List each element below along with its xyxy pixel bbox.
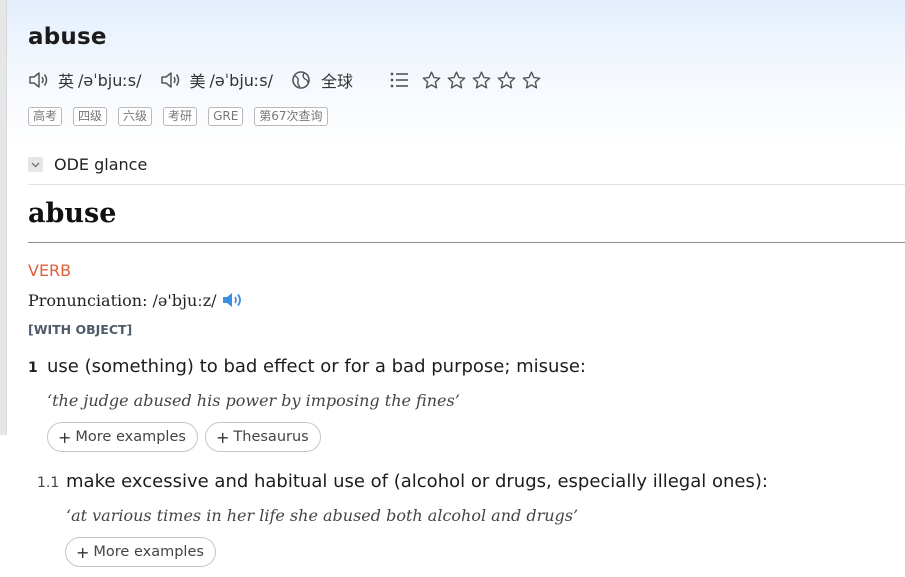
us-label: 美 <box>189 72 206 91</box>
exam-tag: GRE <box>208 107 244 126</box>
scrollbar[interactable] <box>0 0 7 435</box>
region-toggle[interactable]: 全球 <box>291 68 353 92</box>
list-icon[interactable] <box>389 70 409 90</box>
headword: abuse <box>28 24 107 50</box>
plus-icon: + <box>76 542 90 562</box>
pronunciation-text: Pronunciation: /ə'bjuːz/ <box>28 290 217 310</box>
plus-icon: + <box>58 427 72 447</box>
sense-number: 1 <box>28 360 38 376</box>
speaker-icon[interactable] <box>28 70 50 90</box>
thesaurus-label: Thesaurus <box>233 429 309 445</box>
example-sentence: ‘the judge abused his power by imposing … <box>47 391 460 410</box>
uk-ipa: /əˈbjuːs/ <box>78 70 142 90</box>
us-ipa: /əˈbjuːs/ <box>209 70 274 90</box>
speaker-icon[interactable] <box>160 70 182 90</box>
star-icon[interactable] <box>471 70 492 91</box>
sense-number: 1.1 <box>37 475 60 491</box>
more-examples-button[interactable]: + More examples <box>65 537 216 567</box>
star-icon[interactable] <box>421 70 442 91</box>
more-examples-label: More examples <box>93 544 204 560</box>
ode-pronunciation: Pronunciation: /ə'bjuːz/ <box>28 290 245 310</box>
exam-tag: 四级 <box>73 107 108 126</box>
exam-tag: 高考 <box>28 107 63 126</box>
sense-definition: use (something) to bad effect or for a b… <box>47 356 586 377</box>
exam-tag: 考研 <box>163 107 198 126</box>
pronunciation-row: 英 /əˈbjuːs/ 美 /əˈbjuːs/ 全球 <box>28 66 546 94</box>
audio-play-icon[interactable] <box>221 290 245 310</box>
sense-1-1: 1.1 make excessive and habitual use of (… <box>37 471 768 492</box>
sense-definition: make excessive and habitual use of (alco… <box>66 471 768 492</box>
more-examples-label: More examples <box>75 429 186 445</box>
more-examples-button[interactable]: + More examples <box>47 422 198 452</box>
divider <box>28 242 905 243</box>
star-icon[interactable] <box>496 70 517 91</box>
uk-label: 英 <box>58 72 75 91</box>
grammar-label: [WITH OBJECT] <box>28 322 133 337</box>
exam-tag: 六级 <box>118 107 153 126</box>
ode-headword: abuse <box>28 198 117 229</box>
chevron-down-icon[interactable] <box>28 157 43 172</box>
uk-pronunciation[interactable]: 英 /əˈbjuːs/ <box>28 68 142 92</box>
exam-tags: 高考 四级 六级 考研 GRE 第67次查询 <box>28 107 339 126</box>
star-icon[interactable] <box>521 70 542 91</box>
ode-glance-label: ODE glance <box>54 155 148 174</box>
exam-tag: 第67次查询 <box>254 107 328 126</box>
plus-icon: + <box>216 427 230 447</box>
star-icon[interactable] <box>446 70 467 91</box>
divider <box>28 184 905 185</box>
star-rating[interactable] <box>421 70 546 91</box>
us-pronunciation[interactable]: 美 /əˈbjuːs/ <box>160 68 274 92</box>
thesaurus-button[interactable]: + Thesaurus <box>205 422 321 452</box>
sense-1: 1 use (something) to bad effect or for a… <box>28 356 586 377</box>
globe-icon[interactable] <box>291 70 311 90</box>
part-of-speech: VERB <box>28 261 72 280</box>
ode-glance-toggle[interactable]: ODE glance <box>28 155 147 174</box>
dictionary-entry: abuse 英 /əˈbjuːs/ 美 /əˈbjuːs/ 全球 高考 四级 六… <box>28 0 905 577</box>
region-label: 全球 <box>321 72 354 91</box>
example-sentence: ‘at various times in her life she abused… <box>66 506 579 525</box>
